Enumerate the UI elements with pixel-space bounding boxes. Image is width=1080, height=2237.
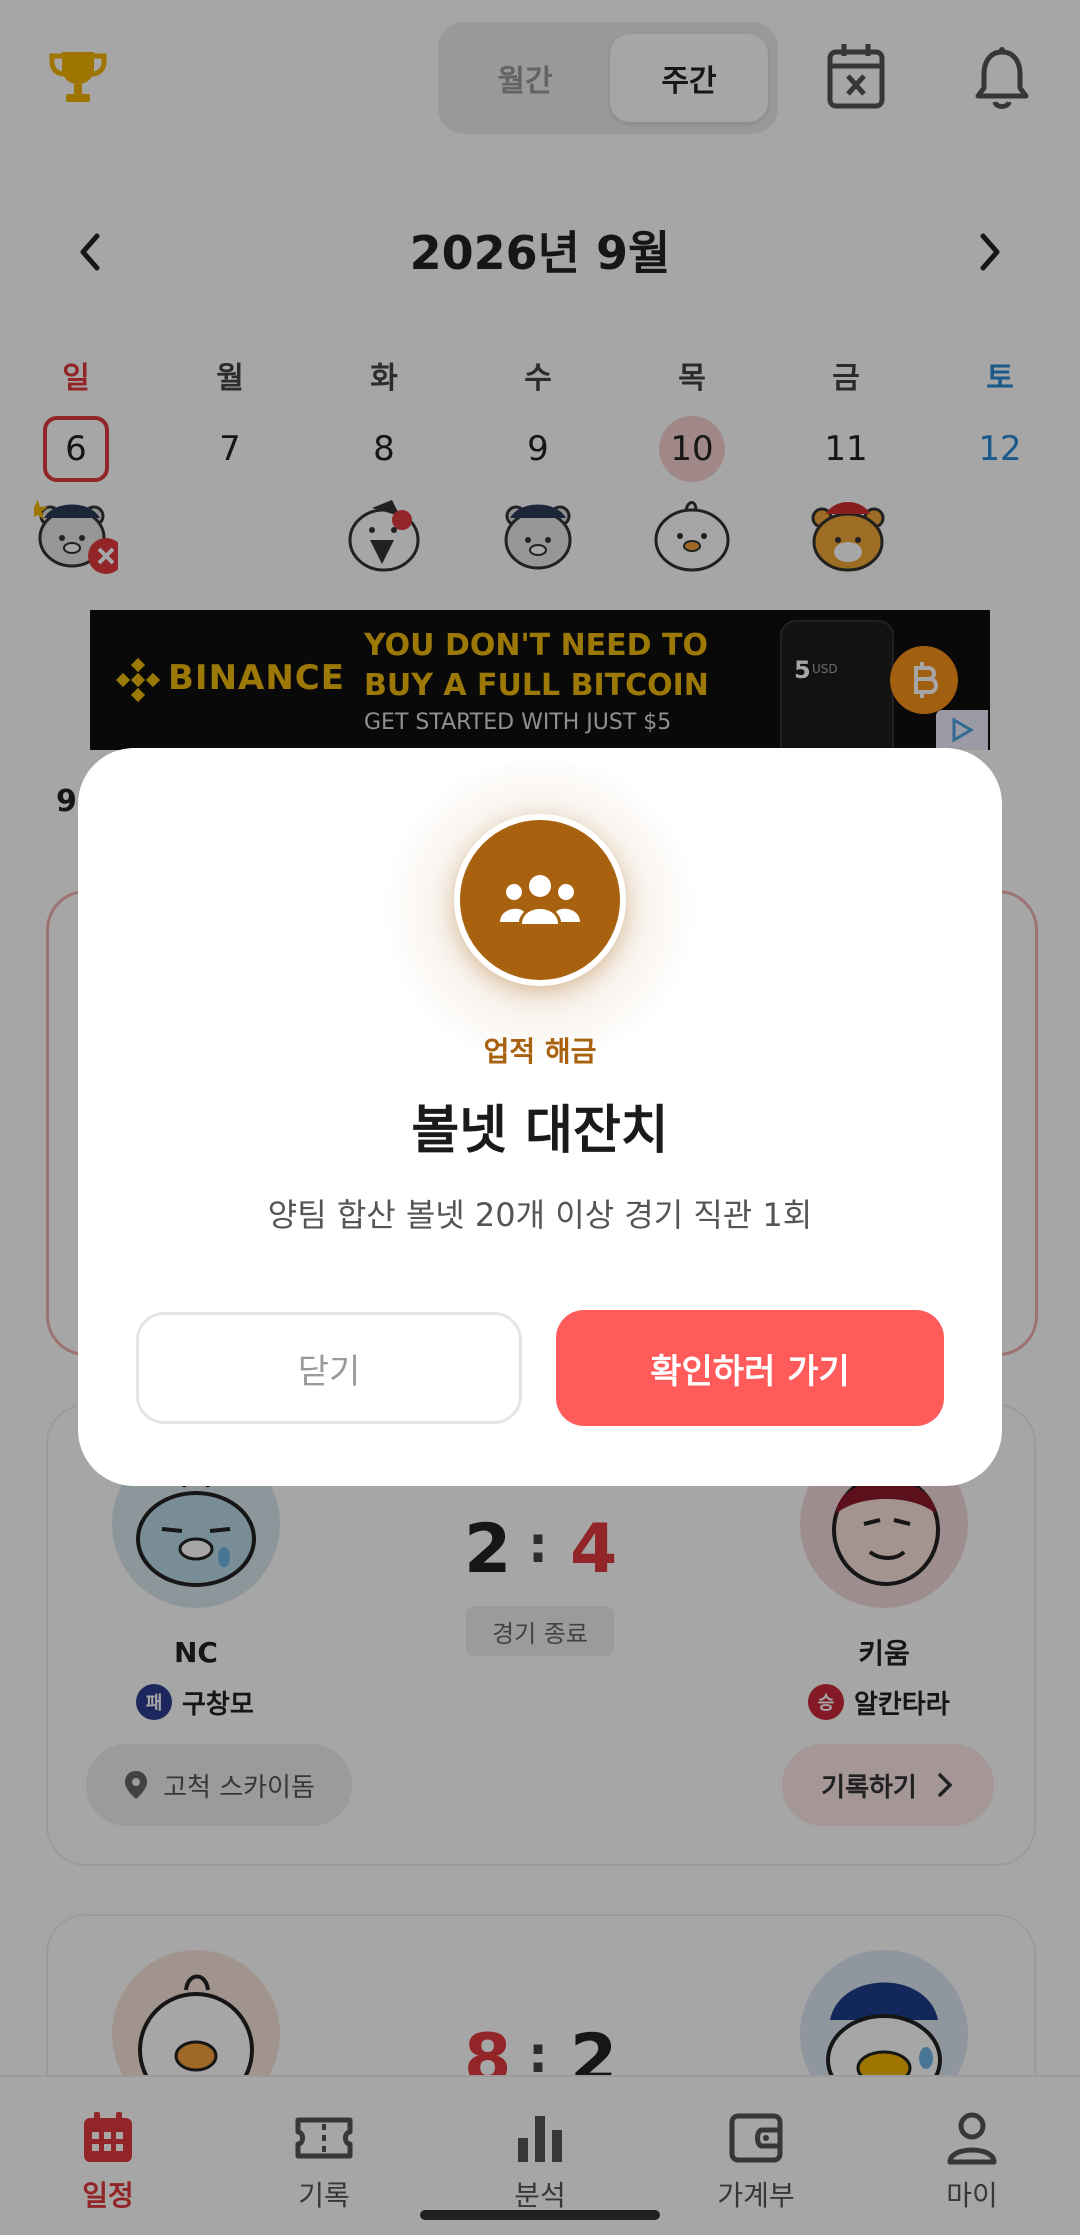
group-icon: [500, 875, 580, 924]
achievement-title: 볼넷 대잔치: [411, 1100, 669, 1161]
go-check-button[interactable]: 확인하러 가기: [556, 1310, 944, 1426]
achievement-description: 양팀 합산 볼넷 20개 이상 경기 직관 1회: [267, 1196, 813, 1234]
achievement-badge: [454, 814, 626, 986]
close-button[interactable]: 닫기: [136, 1312, 522, 1424]
achievement-unlock-label: 업적 해금: [483, 1035, 597, 1068]
